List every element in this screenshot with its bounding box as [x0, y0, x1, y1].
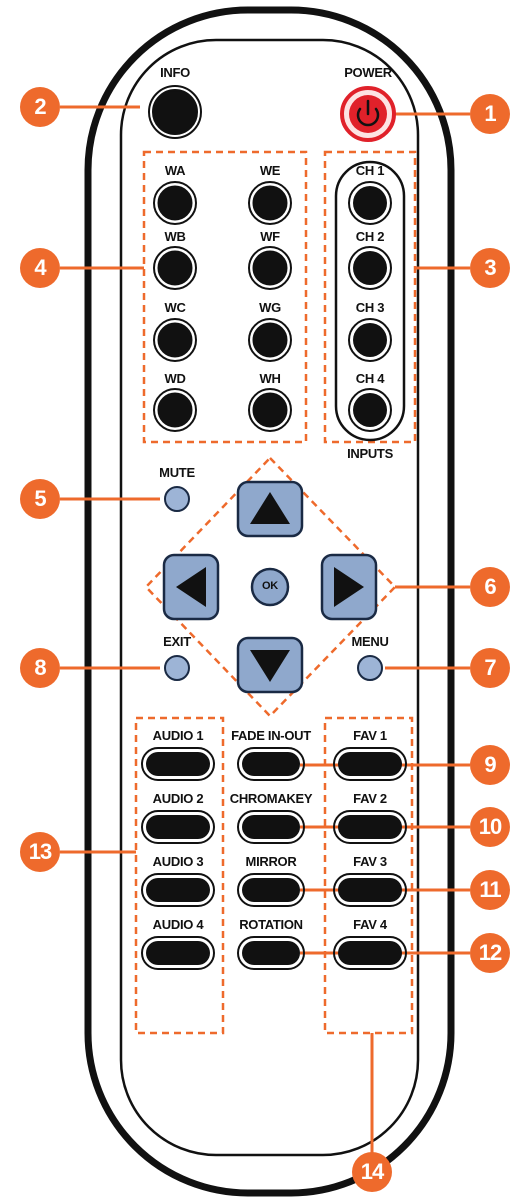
- ch4-label: CH 4: [355, 371, 385, 386]
- chromakey-button[interactable]: [242, 815, 300, 839]
- callout-4: 4: [20, 248, 60, 288]
- audio4-label: AUDIO 4: [152, 917, 204, 932]
- ch1-label: CH 1: [355, 163, 385, 178]
- mute-label: MUTE: [159, 465, 195, 480]
- wf-label: WF: [260, 229, 280, 244]
- ch4-button[interactable]: [353, 393, 387, 427]
- callout-9: 9: [470, 745, 510, 785]
- wg-button[interactable]: [252, 322, 288, 358]
- exit-label: EXIT: [163, 634, 191, 649]
- menu-label: MENU: [351, 634, 389, 649]
- wa-label: WA: [164, 163, 186, 178]
- callout-13: 13: [20, 832, 60, 872]
- mute-button[interactable]: [164, 486, 190, 512]
- fav4-button[interactable]: [338, 941, 402, 965]
- callout-12: 12: [470, 933, 510, 973]
- callout-5: 5: [20, 479, 60, 519]
- ch2-label: CH 2: [355, 229, 385, 244]
- wh-button[interactable]: [252, 392, 288, 428]
- we-button[interactable]: [252, 185, 288, 221]
- callout-11: 11: [470, 870, 510, 910]
- callout-6: 6: [470, 567, 510, 607]
- wd-label: WD: [164, 371, 186, 386]
- rotation-label: ROTATION: [239, 917, 303, 932]
- audio3-button[interactable]: [146, 878, 210, 902]
- menu-button[interactable]: [357, 655, 383, 681]
- wg-label: WG: [259, 300, 281, 315]
- exit-button[interactable]: [164, 655, 190, 681]
- inputs-label: INPUTS: [347, 446, 393, 461]
- callout-3: 3: [470, 248, 510, 288]
- wf-button[interactable]: [252, 250, 288, 286]
- ch1-button[interactable]: [353, 186, 387, 220]
- rotation-button[interactable]: [242, 941, 300, 965]
- wb-label: WB: [164, 229, 186, 244]
- fav2-button[interactable]: [338, 815, 402, 839]
- callout-7: 7: [470, 648, 510, 688]
- wc-label: WC: [164, 300, 186, 315]
- info-button[interactable]: [152, 89, 198, 135]
- fav3-label: FAV 3: [353, 854, 387, 869]
- callout-2: 2: [20, 87, 60, 127]
- fav1-label: FAV 1: [353, 728, 387, 743]
- callout-1: 1: [470, 94, 510, 134]
- fade-in-out-button[interactable]: [242, 752, 300, 776]
- we-label: WE: [259, 163, 281, 178]
- info-label: INFO: [160, 65, 190, 80]
- fav3-button[interactable]: [338, 878, 402, 902]
- wb-button[interactable]: [157, 250, 193, 286]
- audio1-label: AUDIO 1: [152, 728, 204, 743]
- ch3-label: CH 3: [355, 300, 385, 315]
- fav1-button[interactable]: [338, 752, 402, 776]
- fav2-label: FAV 2: [353, 791, 387, 806]
- wh-label: WH: [259, 371, 281, 386]
- fav4-label: FAV 4: [353, 917, 387, 932]
- ch2-button[interactable]: [353, 251, 387, 285]
- ok-label: OK: [262, 580, 278, 592]
- fade-in-out-label: FADE IN-OUT: [231, 728, 311, 743]
- audio2-label: AUDIO 2: [152, 791, 204, 806]
- audio1-button[interactable]: [146, 752, 210, 776]
- chromakey-label: CHROMAKEY: [229, 791, 313, 806]
- power-label: POWER: [344, 65, 392, 80]
- mirror-button[interactable]: [242, 878, 300, 902]
- wd-button[interactable]: [157, 392, 193, 428]
- callout-14: 14: [352, 1152, 392, 1192]
- remote-diagram: [60, 6, 470, 1197]
- audio3-label: AUDIO 3: [152, 854, 204, 869]
- audio4-button[interactable]: [146, 941, 210, 965]
- callout-10: 10: [470, 807, 510, 847]
- ch3-button[interactable]: [353, 323, 387, 357]
- audio2-button[interactable]: [146, 815, 210, 839]
- mirror-label: MIRROR: [245, 854, 297, 869]
- wc-button[interactable]: [157, 322, 193, 358]
- wa-button[interactable]: [157, 185, 193, 221]
- callout-8: 8: [20, 648, 60, 688]
